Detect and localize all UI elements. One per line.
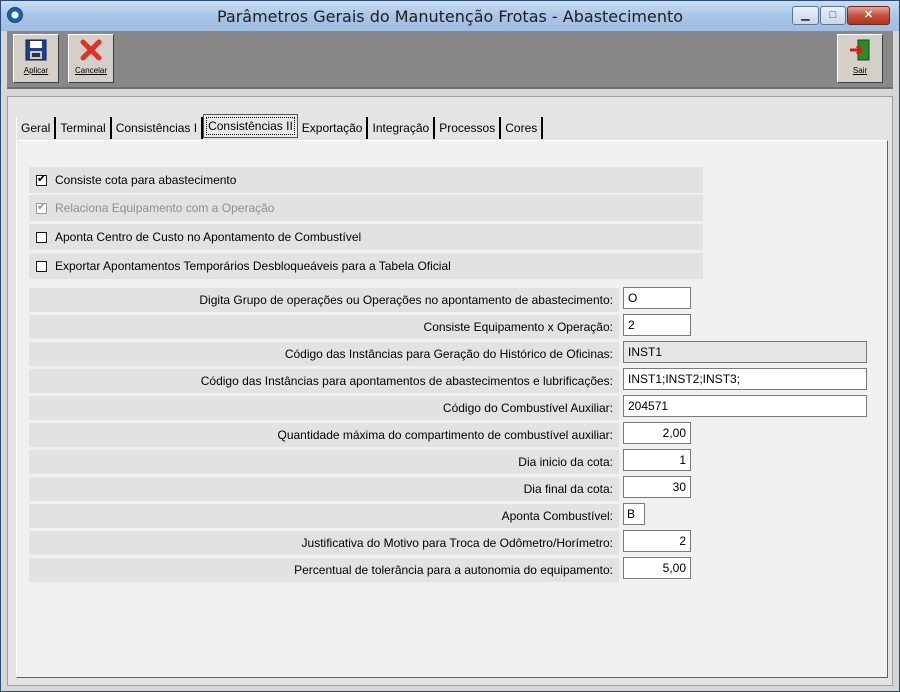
settings-panel: Geral Terminal Consistências I Consistên… [7,96,893,686]
checkbox-label: Relaciona Equipamento com a Operação [55,201,275,215]
tab-processos[interactable]: Processos [435,117,502,139]
cancel-button[interactable]: Cancelar [68,34,114,83]
instancias-historico-input: INST1 [623,341,867,363]
field-row: Dia final da cota: [29,477,619,501]
field-label: Dia final da cota: [523,482,613,496]
field-label: Código das Instâncias para Geração do Hi… [284,347,613,361]
field-label: Percentual de tolerância para a autonomi… [294,563,613,577]
maximize-button[interactable]: □ [820,6,846,25]
field-row: Digita Grupo de operações ou Operações n… [29,288,619,312]
field-row: Código do Combustível Auxiliar: [29,396,619,420]
field-label: Aponta Combustível: [501,509,613,523]
checkbox-label: Aponta Centro de Custo no Apontamento de… [55,230,362,244]
percentual-tolerancia-input[interactable]: 5,00 [623,557,691,579]
grupo-operacoes-input[interactable]: O [623,287,691,309]
checkbox-row-relaciona-equipamento: Relaciona Equipamento com a Operação [29,195,703,221]
tab-exportacao[interactable]: Exportação [298,117,369,139]
exportar-apontamentos-checkbox[interactable] [36,260,47,272]
app-window: Parâmetros Gerais do Manutenção Frotas -… [0,0,900,692]
field-label: Consiste Equipamento x Operação: [423,320,613,334]
field-row: Código das Instâncias para Geração do Hi… [29,342,619,366]
checkbox-row-aponta-centro-custo[interactable]: Aponta Centro de Custo no Apontamento de… [29,224,703,250]
field-label: Quantidade máxima do compartimento de co… [277,428,614,442]
title-bar[interactable]: Parâmetros Gerais do Manutenção Frotas -… [1,1,899,31]
field-row: Justificativa do Motivo para Troca de Od… [29,531,619,555]
consiste-cota-checkbox[interactable] [36,173,47,186]
tab-integracao[interactable]: Integração [368,117,436,139]
quantidade-maxima-input[interactable]: 2,00 [623,422,691,444]
field-row: Código das Instâncias para apontamentos … [29,369,619,393]
dia-inicio-cota-input[interactable]: 1 [623,449,691,471]
field-label: Código das Instâncias para apontamentos … [200,374,613,388]
checkbox-row-exportar-apontamentos[interactable]: Exportar Apontamentos Temporários Desblo… [29,253,703,279]
apply-button[interactable]: Aplicar [13,34,59,83]
tab-content: Consiste cota para abastecimento Relacio… [16,140,888,678]
justificativa-motivo-input[interactable]: 2 [623,530,691,552]
checkbox-row-consiste-cota[interactable]: Consiste cota para abastecimento [29,167,703,193]
tab-terminal[interactable]: Terminal [56,117,112,139]
tab-cores[interactable]: Cores [501,117,544,139]
field-label: Dia inicio da cota: [518,455,613,469]
tab-strip: Geral Terminal Consistências I Consistên… [16,114,544,141]
window-title: Parâmetros Gerais do Manutenção Frotas -… [216,7,684,26]
field-label: Justificativa do Motivo para Troca de Od… [301,536,613,550]
dia-final-cota-input[interactable]: 30 [623,476,691,498]
field-label: Código do Combustível Auxiliar: [442,401,613,415]
save-disk-icon [14,35,58,65]
field-label: Digita Grupo de operações ou Operações n… [199,293,613,307]
tab-consistencias-ii[interactable]: Consistências II [203,114,298,138]
field-row: Percentual de tolerância para a autonomi… [29,558,619,582]
red-x-icon [69,35,113,65]
aponta-combustivel-input[interactable]: B [623,503,645,525]
close-button[interactable]: ✕ [847,6,890,25]
tab-consistencias-i[interactable]: Consistências I [112,117,204,139]
field-row: Aponta Combustível: [29,504,619,528]
field-row: Dia inicio da cota: [29,450,619,474]
field-row: Consiste Equipamento x Operação: [29,315,619,339]
tab-geral[interactable]: Geral [16,117,57,139]
cancel-label: Cancelar [74,66,107,75]
instancias-apontamentos-input[interactable]: INST1;INST2;INST3; [623,368,867,390]
exit-button[interactable]: Sair [837,34,883,83]
apply-label: Aplicar [23,66,49,75]
exit-door-icon [838,35,882,65]
minimize-button[interactable]: ▁ [792,6,819,25]
combustivel-auxiliar-input[interactable]: 204571 [623,395,867,417]
aponta-centro-custo-checkbox[interactable] [36,231,47,243]
exit-label: Sair [852,66,868,75]
checkbox-label: Exportar Apontamentos Temporários Desblo… [55,259,451,273]
consiste-equipamento-input[interactable]: 2 [623,314,691,336]
checkbox-label: Consiste cota para abastecimento [55,173,237,187]
toolbar: Aplicar Cancelar Sair [7,31,893,89]
field-row: Quantidade máxima do compartimento de co… [29,423,619,447]
relaciona-equipamento-checkbox [36,201,47,214]
